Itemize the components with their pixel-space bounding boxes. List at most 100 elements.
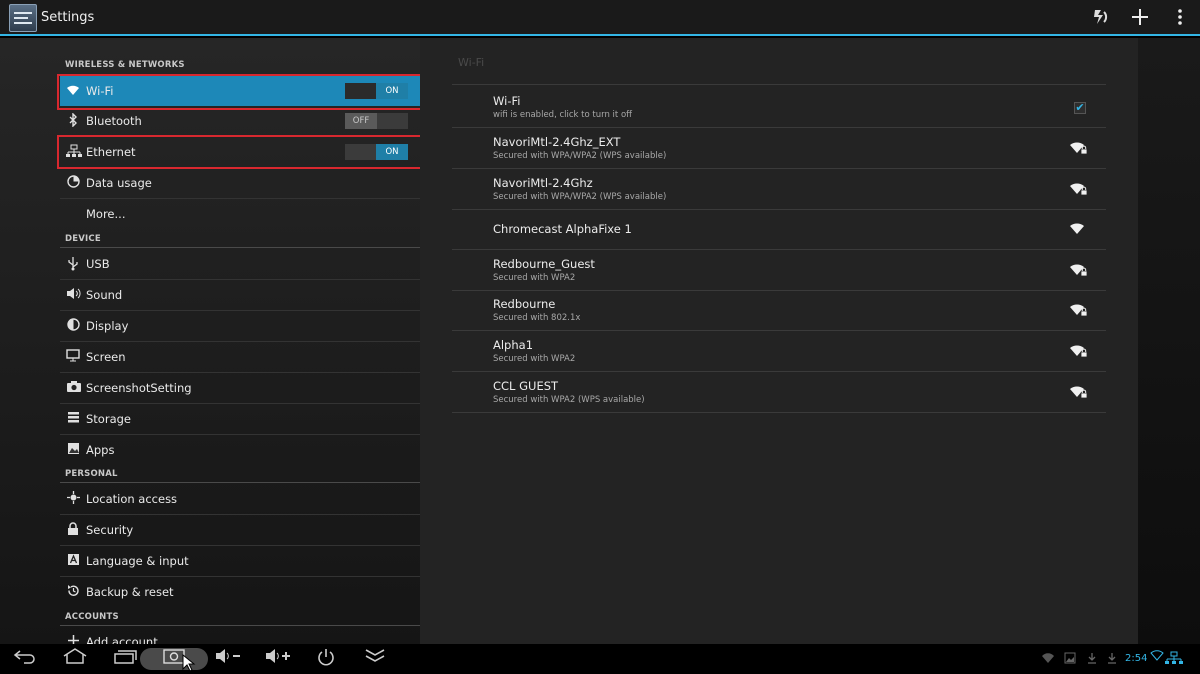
sidebar-item-language-input[interactable]: Language & input: [60, 546, 420, 576]
wifi-network-row[interactable]: NavoriMtl-2.4Ghz_EXT Secured with WPA/WPA…: [452, 128, 1106, 168]
sidebar-item-location-access[interactable]: Location access: [60, 484, 420, 514]
settings-list: WIRELESS & NETWORKS Wi-Fi ON Bluetooth O…: [0, 38, 420, 644]
action-bar: Settings: [0, 0, 1200, 36]
wifi-master-subtitle: wifi is enabled, click to turn it off: [493, 110, 633, 120]
network-ssid: Redbourne: [493, 297, 556, 312]
wifi-signal-lock-icon: [1070, 302, 1088, 317]
recent-apps-icon[interactable]: [105, 648, 145, 670]
sidebar-item-more[interactable]: More...: [60, 199, 420, 229]
wifi-network-row[interactable]: NavoriMtl-2.4Ghz Secured with WPA/WPA2 (W…: [452, 169, 1106, 209]
network-security: Secured with WPA/WPA2 (WPS available): [493, 151, 667, 161]
section-header-wireless: WIRELESS & NETWORKS: [65, 60, 185, 70]
add-icon[interactable]: [1128, 6, 1152, 30]
panel-title: Wi-Fi: [458, 56, 485, 69]
sidebar-item-usb[interactable]: USB: [60, 249, 420, 279]
network-security: Secured with WPA2 (WPS available): [493, 394, 645, 405]
screenshot-button[interactable]: [140, 648, 208, 672]
network-security: Secured with WPA/WPA2 (WPS available): [493, 191, 667, 202]
network-ssid: Chromecast AlphaFixe 1: [493, 222, 632, 237]
right-gutter: [1138, 38, 1200, 644]
wifi-network-row[interactable]: Redbourne_Guest Secured with WPA2: [452, 250, 1106, 290]
volume-down-icon[interactable]: [208, 648, 248, 670]
network-ssid: Redbourne_Guest: [493, 256, 595, 271]
plus-icon: [66, 634, 80, 644]
wifi-signal-lock-icon: [1070, 384, 1088, 398]
display-icon: [66, 318, 80, 334]
status-clock[interactable]: 2:54: [1125, 653, 1147, 664]
network-ssid: Alpha1: [493, 338, 534, 352]
sidebar-item-display[interactable]: Display: [60, 311, 420, 341]
wifi-outline-icon: [1150, 649, 1164, 663]
wifi-panel: Wi-Fi Wi-Fi wifi is enabled, click to tu…: [420, 38, 1138, 644]
wifi-signal-lock-icon: [1070, 140, 1088, 155]
wifi-signal-lock-icon: [1070, 181, 1088, 195]
network-security: Secured with WPA2: [493, 272, 576, 283]
network-security: Secured with WPA2: [493, 354, 576, 364]
camera-icon: [66, 380, 81, 396]
sidebar-item-backup-reset[interactable]: Backup & reset: [60, 577, 420, 607]
ethernet-status-icon: [1165, 651, 1183, 665]
power-icon[interactable]: [306, 648, 346, 670]
sidebar-item-screenshot-setting[interactable]: ScreenshotSetting: [60, 373, 420, 403]
wifi-network-row[interactable]: Alpha1 Secured with WPA2: [452, 331, 1106, 371]
wifi-network-row[interactable]: CCL GUEST Secured with WPA2 (WPS availabl…: [452, 372, 1106, 412]
monitor-icon: [66, 349, 80, 365]
app-title: Settings: [41, 10, 95, 25]
sidebar-item-label: Apps: [86, 443, 115, 457]
download-icon: [1086, 652, 1098, 666]
wifi-signal-lock-icon: [1070, 262, 1088, 277]
sidebar-item-label: Location access: [86, 492, 178, 506]
sidebar-item-add-account[interactable]: Add account: [60, 627, 420, 644]
home-icon[interactable]: [55, 648, 95, 670]
sidebar-item-bluetooth[interactable]: Bluetooth OFF: [60, 106, 420, 136]
image-notification-icon: [1064, 652, 1076, 666]
sidebar-item-security[interactable]: Security: [60, 515, 420, 545]
sync-icon[interactable]: [1088, 6, 1112, 30]
section-header-device: DEVICE: [65, 234, 101, 244]
settings-app-icon[interactable]: [9, 4, 37, 32]
system-bar: 2:54: [0, 644, 1200, 674]
overflow-menu-icon[interactable]: [1168, 6, 1192, 30]
wifi-master-toggle-row[interactable]: Wi-Fi wifi is enabled, click to turn it …: [452, 88, 1106, 128]
usb-icon: [66, 256, 80, 272]
sidebar-item-sound[interactable]: Sound: [60, 280, 420, 310]
wifi-enabled-checkbox[interactable]: ✔: [1074, 102, 1086, 114]
sidebar-item-label: Screen: [86, 350, 126, 364]
network-security: Secured with 802.1x: [493, 313, 581, 324]
lock-icon: [66, 522, 80, 538]
highlight-box-ethernet: [57, 135, 424, 169]
hide-bar-icon[interactable]: [355, 648, 395, 670]
sidebar-item-label: USB: [86, 257, 110, 271]
sidebar-item-storage[interactable]: Storage: [60, 404, 420, 434]
sidebar-item-label: Bluetooth: [86, 114, 142, 128]
bluetooth-icon: [66, 112, 80, 129]
wifi-master-title: Wi-Fi: [493, 94, 521, 108]
download-icon: [1106, 652, 1118, 666]
section-header-accounts: ACCOUNTS: [65, 612, 119, 622]
sidebar-item-data-usage[interactable]: Data usage: [60, 168, 420, 198]
network-ssid: NavoriMtl-2.4Ghz_EXT: [493, 135, 621, 149]
sidebar-item-label: Add account: [86, 635, 158, 644]
volume-up-icon[interactable]: [258, 648, 298, 670]
wifi-signal-lock-icon: [1070, 343, 1088, 358]
bluetooth-toggle[interactable]: OFF: [345, 113, 408, 129]
location-icon: [66, 491, 80, 507]
wifi-signal-icon: [1070, 221, 1088, 235]
sidebar-item-apps[interactable]: Apps: [60, 435, 420, 465]
divider: [452, 84, 1106, 85]
wifi-network-row[interactable]: Redbourne Secured with 802.1x: [452, 290, 1106, 330]
section-header-personal: PERSONAL: [65, 469, 118, 479]
back-icon[interactable]: [5, 648, 45, 670]
mouse-cursor-icon: [182, 653, 196, 674]
divider: [60, 247, 420, 248]
sidebar-item-screen[interactable]: Screen: [60, 342, 420, 372]
highlight-box-wifi: [57, 74, 422, 110]
storage-icon: [66, 411, 80, 427]
sidebar-item-label: Sound: [86, 288, 123, 302]
sidebar-item-label: More...: [86, 207, 126, 221]
apps-icon: [66, 442, 80, 458]
network-ssid: NavoriMtl-2.4Ghz: [493, 175, 593, 190]
wifi-network-row[interactable]: Chromecast AlphaFixe 1: [452, 209, 1106, 249]
language-icon: [66, 553, 80, 569]
sidebar-item-label: Backup & reset: [86, 585, 174, 599]
